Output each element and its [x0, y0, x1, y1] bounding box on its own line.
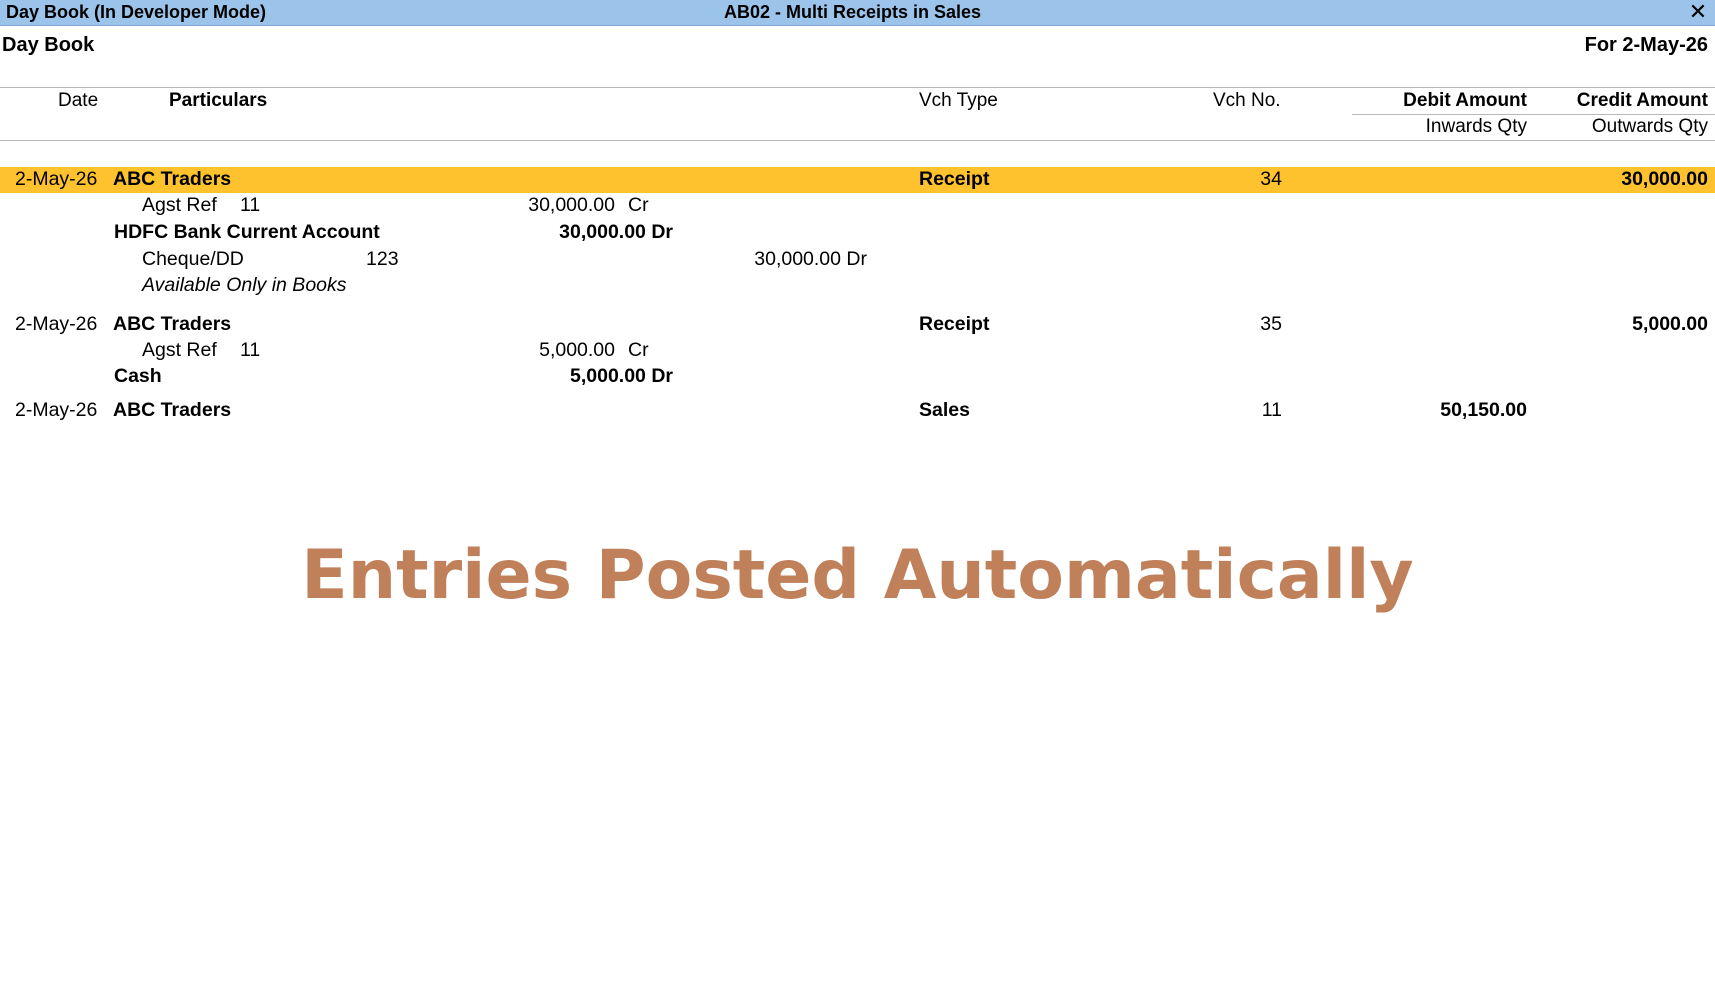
agst-ref-side: Cr	[628, 194, 649, 216]
col-outwards-qty: Outwards Qty	[1591, 116, 1708, 137]
voucher-type: Sales	[919, 399, 970, 421]
voucher-number: 35	[1260, 313, 1282, 335]
col-inwards-qty: Inwards Qty	[1425, 116, 1527, 137]
voucher-credit-amount: 5,000.00	[1632, 313, 1708, 335]
agst-ref-number: 11	[240, 194, 261, 216]
voucher-debit-amount: 50,150.00	[1440, 399, 1527, 421]
col-vch-no: Vch No.	[1213, 90, 1281, 111]
col-debit-amount: Debit Amount	[1403, 90, 1527, 111]
bank-status-note: Available Only in Books	[142, 274, 347, 296]
col-credit-amount: Credit Amount	[1576, 90, 1708, 111]
ledger-amount: 30,000.00 Dr	[559, 221, 673, 243]
ledger-name: Cash	[114, 365, 162, 387]
selected-row-highlight[interactable]	[0, 167, 1715, 193]
col-particulars: Particulars	[169, 90, 268, 111]
columns-divider	[0, 140, 1715, 141]
voucher-date: 2-May-26	[15, 313, 98, 335]
window-title: Day Book (In Developer Mode)	[6, 2, 267, 22]
agst-ref-side: Cr	[628, 339, 649, 361]
agst-ref-amount: 30,000.00	[528, 194, 615, 216]
agst-ref-label: Agst Ref	[142, 194, 217, 216]
title-bar: Day Book (In Developer Mode) AB02 - Mult…	[0, 0, 1715, 26]
agst-ref-number: 11	[240, 339, 261, 361]
voucher-party: ABC Traders	[113, 168, 232, 190]
annotation-overlay: Entries Posted Automatically	[301, 536, 1414, 615]
voucher-credit-amount: 30,000.00	[1621, 168, 1708, 190]
agst-ref-label: Agst Ref	[142, 339, 217, 361]
report-period[interactable]: For 2-May-26	[1585, 34, 1708, 57]
day-book-window: Day Book (In Developer Mode) AB02 - Mult…	[0, 0, 1715, 982]
company-title: AB02 - Multi Receipts in Sales	[724, 2, 982, 22]
amount-subheader-divider	[1352, 114, 1715, 115]
voucher-party: ABC Traders	[113, 399, 232, 421]
ledger-name: HDFC Bank Current Account	[114, 221, 380, 243]
voucher-date: 2-May-26	[15, 399, 98, 421]
voucher-number: 34	[1260, 168, 1282, 190]
ledger-amount: 5,000.00 Dr	[570, 365, 673, 387]
col-date: Date	[58, 90, 99, 111]
voucher-type: Receipt	[919, 313, 990, 335]
instrument-number: 123	[366, 248, 399, 270]
voucher-party: ABC Traders	[113, 313, 232, 335]
agst-ref-amount: 5,000.00	[539, 339, 615, 361]
voucher-type: Receipt	[919, 168, 990, 190]
col-vch-type: Vch Type	[919, 90, 998, 111]
close-icon[interactable]: ✕	[1687, 1, 1709, 23]
report-title: Day Book	[2, 34, 95, 56]
instrument-amount: 30,000.00 Dr	[754, 248, 867, 270]
header-divider	[0, 87, 1715, 88]
voucher-number: 11	[1261, 399, 1282, 421]
instrument-type: Cheque/DD	[142, 248, 244, 270]
voucher-date: 2-May-26	[15, 168, 98, 190]
